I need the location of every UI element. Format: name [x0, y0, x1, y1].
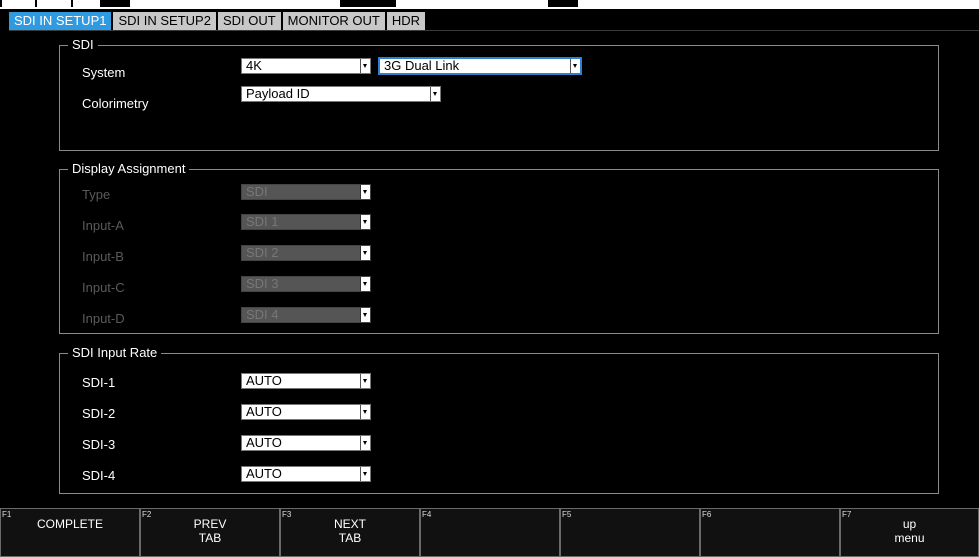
link-mode-select[interactable]: 3G Dual Link	[378, 57, 582, 75]
sdi-1-rate-select[interactable]: AUTO	[241, 373, 371, 389]
dropdown-arrow-icon	[360, 277, 370, 291]
dropdown-arrow-icon	[360, 215, 370, 229]
input-c-value: SDI 3	[246, 276, 279, 291]
status-segment	[0, 0, 2, 7]
sdi-4-rate-value: AUTO	[246, 466, 282, 481]
sdi-group: SDI System 4K 3G Dual Link Colorimetry P…	[59, 37, 939, 151]
input-c-select: SDI 3	[241, 276, 371, 292]
sdi-4-label: SDI-4	[82, 468, 116, 483]
status-segment	[35, 0, 37, 7]
f5-key-number: F5	[562, 510, 572, 519]
tab-sdi-in-setup1[interactable]: SDI IN SETUP1	[9, 12, 112, 30]
input-b-value: SDI 2	[246, 245, 279, 260]
tab-divider	[9, 30, 979, 31]
dropdown-arrow-icon	[360, 467, 370, 481]
colorimetry-select[interactable]: Payload ID	[241, 86, 441, 102]
tab-hdr[interactable]: HDR	[386, 12, 426, 30]
function-key-bar: F1 COMPLETE F2 PREV TAB F3 NEXT TAB F4 F…	[0, 508, 979, 557]
tab-monitor-out[interactable]: MONITOR OUT	[282, 12, 385, 30]
system-value: 4K	[246, 58, 262, 73]
type-value: SDI	[246, 184, 268, 199]
status-segment	[100, 0, 130, 7]
link-mode-value: 3G Dual Link	[384, 58, 460, 73]
f3-next-tab-button[interactable]: F3 NEXT TAB	[280, 508, 420, 557]
f2-key-label: PREV TAB	[193, 517, 227, 545]
input-c-label: Input-C	[82, 280, 125, 295]
f6-button[interactable]: F6	[700, 508, 840, 557]
f7-up-menu-button[interactable]: F7 up menu	[840, 508, 979, 557]
sdi-4-rate-select[interactable]: AUTO	[241, 466, 371, 482]
status-segment	[548, 0, 578, 7]
input-a-value: SDI 1	[246, 214, 279, 229]
sdi-1-label: SDI-1	[82, 375, 116, 390]
dropdown-arrow-icon	[360, 405, 370, 419]
input-d-label: Input-D	[82, 311, 125, 326]
f3-key-label: NEXT TAB	[333, 517, 366, 545]
f1-complete-button[interactable]: F1 COMPLETE	[0, 508, 140, 557]
f7-key-label: up menu	[894, 517, 925, 545]
sdi-group-title: SDI	[68, 37, 98, 53]
tab-bar: SDI IN SETUP1 SDI IN SETUP2 SDI OUT MONI…	[9, 12, 426, 30]
colorimetry-label: Colorimetry	[82, 96, 149, 111]
tab-sdi-in-setup2[interactable]: SDI IN SETUP2	[113, 12, 216, 30]
dropdown-arrow-icon	[360, 59, 370, 73]
system-select[interactable]: 4K	[241, 58, 371, 74]
type-select: SDI	[241, 184, 371, 200]
top-status-strip	[0, 0, 979, 9]
dropdown-arrow-icon	[360, 308, 370, 322]
f6-key-number: F6	[702, 510, 712, 519]
f4-key-number: F4	[422, 510, 432, 519]
f4-button[interactable]: F4	[420, 508, 560, 557]
dropdown-arrow-icon	[570, 59, 580, 73]
display-assignment-title: Display Assignment	[68, 161, 190, 177]
dropdown-arrow-icon	[430, 87, 440, 101]
type-label: Type	[82, 187, 111, 202]
sdi-2-label: SDI-2	[82, 406, 116, 421]
sdi-input-rate-title: SDI Input Rate	[68, 345, 162, 361]
dropdown-arrow-icon	[360, 374, 370, 388]
sdi-2-rate-select[interactable]: AUTO	[241, 404, 371, 420]
status-segment	[340, 0, 396, 7]
sdi-3-rate-value: AUTO	[246, 435, 282, 450]
input-a-label: Input-A	[82, 218, 124, 233]
f2-prev-tab-button[interactable]: F2 PREV TAB	[140, 508, 280, 557]
input-b-label: Input-B	[82, 249, 124, 264]
display-assignment-group: Display Assignment Type SDI Input-A SDI …	[59, 161, 939, 334]
input-a-select: SDI 1	[241, 214, 371, 230]
input-d-select: SDI 4	[241, 307, 371, 323]
sdi-2-rate-value: AUTO	[246, 404, 282, 419]
status-segment	[71, 0, 73, 7]
dropdown-arrow-icon	[360, 246, 370, 260]
sdi-input-rate-group: SDI Input Rate SDI-1 AUTO SDI-2 AUTO SDI…	[59, 345, 939, 494]
system-label: System	[82, 65, 126, 80]
input-b-select: SDI 2	[241, 245, 371, 261]
colorimetry-value: Payload ID	[246, 86, 310, 101]
dropdown-arrow-icon	[360, 436, 370, 450]
f1-key-label: COMPLETE	[36, 517, 103, 531]
input-d-value: SDI 4	[246, 307, 279, 322]
dropdown-arrow-icon	[360, 185, 370, 199]
sdi-3-rate-select[interactable]: AUTO	[241, 435, 371, 451]
tab-sdi-out[interactable]: SDI OUT	[217, 12, 281, 30]
sdi-1-rate-value: AUTO	[246, 373, 282, 388]
f5-button[interactable]: F5	[560, 508, 700, 557]
sdi-3-label: SDI-3	[82, 437, 116, 452]
